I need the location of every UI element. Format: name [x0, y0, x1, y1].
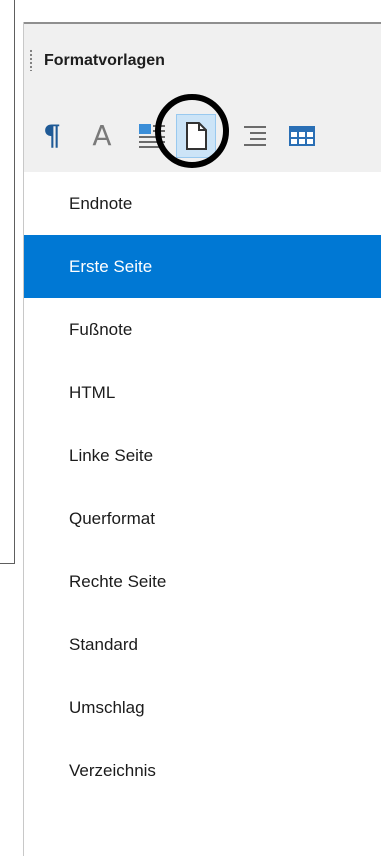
page-styles-list: Endnote Erste Seite Fußnote HTML Linke S… — [24, 172, 381, 802]
list-styles-button[interactable] — [236, 114, 276, 158]
style-item-endnote[interactable]: Endnote — [24, 172, 381, 235]
list-icon — [244, 126, 266, 146]
list-item-label: Querformat — [69, 508, 155, 528]
drag-grip-icon[interactable] — [30, 49, 32, 71]
highlight-circle-annotation — [155, 94, 229, 168]
list-item-label: Verzeichnis — [69, 760, 156, 780]
paragraph-styles-button[interactable]: ¶ — [32, 114, 72, 158]
style-item-rechte-seite[interactable]: Rechte Seite — [24, 550, 381, 613]
style-item-verzeichnis[interactable]: Verzeichnis — [24, 739, 381, 802]
document-area — [0, 0, 15, 564]
list-item-label: Standard — [69, 634, 138, 654]
character-styles-button[interactable]: A — [82, 114, 122, 158]
character-a-icon: A — [92, 119, 112, 152]
style-item-html[interactable]: HTML — [24, 361, 381, 424]
screen: Formatvorlagen ¶ A Endnote Erste Seite F… — [0, 0, 381, 856]
style-item-umschlag[interactable]: Umschlag — [24, 676, 381, 739]
list-item-label: Linke Seite — [69, 445, 154, 465]
list-item-label: HTML — [69, 382, 116, 402]
list-item-label: Umschlag — [69, 697, 145, 717]
panel-title-bar: Formatvorlagen — [24, 24, 381, 102]
panel-title: Formatvorlagen — [44, 52, 165, 69]
style-item-linke-seite[interactable]: Linke Seite — [24, 424, 381, 487]
style-item-erste-seite[interactable]: Erste Seite — [24, 235, 381, 298]
style-item-fussnote[interactable]: Fußnote — [24, 298, 381, 361]
list-item-label: Rechte Seite — [69, 571, 167, 591]
list-item-label: Endnote — [69, 193, 133, 213]
table-icon — [289, 126, 315, 146]
table-styles-button[interactable] — [282, 114, 322, 158]
style-item-standard[interactable]: Standard — [24, 613, 381, 676]
style-item-querformat[interactable]: Querformat — [24, 487, 381, 550]
list-item-label: Fußnote — [69, 319, 133, 339]
list-item-label: Erste Seite — [69, 256, 153, 276]
pilcrow-icon: ¶ — [43, 119, 61, 152]
